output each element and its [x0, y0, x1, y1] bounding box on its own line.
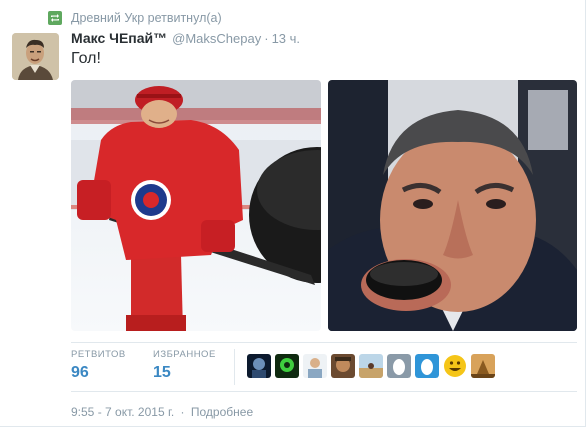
favoriter-avatar[interactable] [247, 354, 271, 378]
tweet-photo-hockey-player[interactable] [71, 80, 321, 331]
header-separator: · [264, 31, 269, 46]
favorites-stat[interactable]: ИЗБРАННОЕ 15 [153, 349, 216, 382]
tweet-card: Древний Укр ретвитнул(а) Макс ЧЕпай™ @Ma… [0, 0, 586, 427]
retweet-text[interactable]: Древний Укр ретвитнул(а) [71, 11, 222, 25]
favoriter-avatar[interactable] [275, 354, 299, 378]
favoriter-avatar[interactable] [359, 354, 383, 378]
details-link[interactable]: Подробнее [191, 405, 253, 419]
favoriter-avatar[interactable] [331, 354, 355, 378]
favoriter-avatar[interactable] [471, 354, 495, 378]
tweet-header: Макс ЧЕпай™ @MaksChepay · 13 ч. [71, 30, 300, 48]
tweet-photo-puck-face[interactable] [328, 80, 577, 331]
avatar[interactable] [12, 33, 59, 80]
tweet-date[interactable]: 9:55 - 7 окт. 2015 г. [71, 405, 174, 419]
retweets-stat[interactable]: РЕТВИТОВ 96 [71, 349, 126, 382]
retweet-context[interactable]: Древний Укр ретвитнул(а) [48, 10, 222, 26]
tweet-timestamp[interactable]: 13 ч. [272, 31, 300, 46]
author-name[interactable]: Макс ЧЕпай™ [71, 30, 167, 46]
retweets-label: РЕТВИТОВ [71, 349, 126, 360]
stats-divider [234, 349, 235, 385]
footer-separator: · [180, 405, 185, 419]
favoriter-avatars [247, 354, 499, 378]
tweet-stats: РЕТВИТОВ 96 ИЗБРАННОЕ 15 [71, 342, 577, 392]
default-egg-avatar[interactable] [415, 354, 439, 378]
tweet-text: Гол! [71, 50, 101, 67]
favoriter-avatar[interactable] [303, 354, 327, 378]
retweet-icon [48, 11, 62, 25]
default-egg-avatar[interactable] [387, 354, 411, 378]
tweet-footer: 9:55 - 7 окт. 2015 г. · Подробнее [71, 405, 253, 419]
favorites-label: ИЗБРАННОЕ [153, 349, 216, 360]
retweets-count[interactable]: 96 [71, 364, 126, 382]
smiley-avatar[interactable] [443, 354, 467, 378]
favorites-count[interactable]: 15 [153, 364, 216, 382]
author-handle[interactable]: @MaksChepay [172, 31, 261, 46]
